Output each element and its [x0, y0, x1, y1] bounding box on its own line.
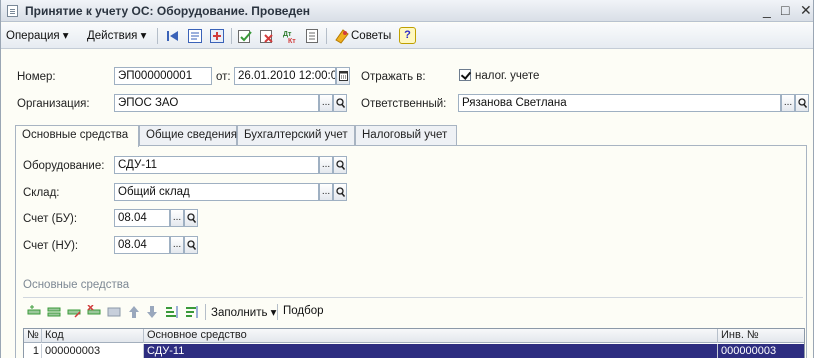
close-button[interactable]: ✕	[800, 2, 812, 19]
account-nu-search-icon[interactable]	[184, 236, 198, 254]
maximize-button[interactable]: □	[781, 2, 789, 18]
move-up-icon[interactable]	[127, 305, 141, 319]
tab-tax-accounting[interactable]: Налоговый учет	[355, 125, 457, 146]
help-button[interactable]: ?	[399, 27, 416, 44]
window-title: Принятие к учету ОС: Оборудование. Прове…	[25, 4, 310, 18]
document-icon	[7, 5, 18, 17]
warehouse-search-icon[interactable]	[333, 183, 347, 201]
account-nu-label: Счет (НУ):	[23, 240, 79, 252]
column-inventory-number[interactable]: Инв. №	[718, 329, 804, 343]
svg-text:Дт: Дт	[283, 31, 292, 38]
svg-text:Кт: Кт	[288, 38, 296, 44]
fill-menu-button[interactable]: Заполнить ▾	[211, 305, 276, 319]
sort-asc-icon[interactable]	[165, 305, 179, 319]
tab-fixed-assets[interactable]: Основные средства	[15, 125, 139, 147]
organization-select-button[interactable]: ...	[319, 94, 333, 112]
account-bu-label: Счет (БУ):	[23, 213, 78, 225]
form-view-icon[interactable]	[187, 28, 203, 44]
account-bu-select-button[interactable]: ...	[170, 209, 184, 227]
minimize-button[interactable]: _	[763, 2, 771, 18]
date-from-label: от:	[216, 71, 231, 83]
copy-row-icon[interactable]	[47, 305, 61, 319]
number-label: Номер:	[17, 71, 56, 83]
responsible-field[interactable]: Рязанова Светлана	[458, 94, 781, 112]
tips-icon[interactable]	[334, 28, 350, 44]
tab-general-info[interactable]: Общие сведения	[139, 125, 237, 146]
reflect-label: Отражать в:	[361, 71, 426, 83]
sort-desc-icon[interactable]	[185, 305, 199, 319]
cell-number: 1	[24, 344, 42, 358]
document-window: Принятие к учету ОС: Оборудование. Прове…	[0, 0, 814, 358]
number-field[interactable]: ЭП000000001	[114, 67, 212, 85]
responsible-search-icon[interactable]	[795, 94, 809, 112]
add-row-icon[interactable]	[27, 305, 41, 319]
structure-icon[interactable]	[209, 28, 225, 44]
operation-menu[interactable]: Операция ▾	[6, 28, 69, 44]
calendar-icon[interactable]	[336, 67, 350, 85]
warehouse-select-button[interactable]: ...	[319, 183, 333, 201]
tax-accounting-label: налог. учете	[475, 70, 540, 82]
responsible-select-button[interactable]: ...	[781, 94, 795, 112]
organization-field[interactable]: ЭПОС ЗАО	[114, 94, 319, 112]
account-nu-field[interactable]: 08.04	[114, 236, 170, 254]
column-code[interactable]: Код	[42, 329, 144, 343]
edit-row-icon[interactable]	[67, 305, 81, 319]
account-bu-search-icon[interactable]	[184, 209, 198, 227]
account-bu-field[interactable]: 08.04	[114, 209, 170, 227]
equipment-field[interactable]: СДУ-11	[114, 156, 319, 174]
post-icon[interactable]	[237, 28, 253, 44]
go-first-icon[interactable]	[165, 28, 181, 44]
tax-accounting-checkbox[interactable]	[459, 69, 471, 81]
toolbar: Операция ▾ Действия ▾ Дт Кт Советы ?	[1, 23, 813, 49]
equipment-search-icon[interactable]	[333, 156, 347, 174]
tab-accounting[interactable]: Бухгалтерский учет	[237, 125, 355, 146]
column-asset[interactable]: Основное средство	[144, 329, 718, 343]
warehouse-field[interactable]: Общий склад	[114, 183, 319, 201]
warehouse-label: Склад:	[23, 187, 60, 199]
cell-asset[interactable]: СДУ-11	[144, 344, 718, 358]
assets-section-title: Основные средства	[23, 279, 130, 291]
column-number[interactable]: №	[24, 329, 42, 343]
unpost-icon[interactable]	[259, 28, 275, 44]
organization-search-icon[interactable]	[333, 94, 347, 112]
organization-label: Организация:	[17, 98, 90, 110]
actions-menu[interactable]: Действия ▾	[87, 28, 146, 44]
table-header: № Код Основное средство Инв. №	[24, 329, 804, 343]
delete-row-icon[interactable]	[87, 304, 101, 319]
account-nu-select-button[interactable]: ...	[170, 236, 184, 254]
move-down-icon[interactable]	[145, 305, 159, 319]
pick-button[interactable]: Подбор	[283, 305, 324, 317]
dt-kt-icon[interactable]: Дт Кт	[282, 28, 298, 45]
assets-table[interactable]: № Код Основное средство Инв. № 1 0000000…	[23, 328, 805, 358]
equipment-label: Оборудование:	[23, 160, 105, 172]
equipment-select-button[interactable]: ...	[319, 156, 333, 174]
responsible-label: Ответственный:	[361, 98, 447, 110]
date-field[interactable]: 26.01.2010 12:00:01	[234, 67, 336, 85]
table-row[interactable]: 1 000000003 СДУ-11 000000003	[24, 344, 804, 358]
cell-inventory-number: 000000003	[718, 344, 804, 358]
title-bar: Принятие к учету ОС: Оборудование. Прове…	[1, 0, 813, 22]
report-icon[interactable]	[304, 28, 320, 44]
end-edit-icon[interactable]	[107, 305, 121, 319]
tips-button[interactable]: Советы	[351, 28, 391, 44]
cell-code: 000000003	[42, 344, 144, 358]
